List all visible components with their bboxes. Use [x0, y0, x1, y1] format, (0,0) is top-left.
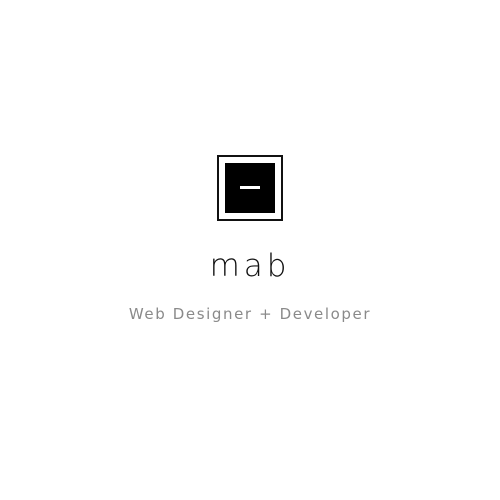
brand-name: mab	[209, 248, 291, 284]
minus-bar-icon	[240, 186, 260, 189]
splash-page: mab Web Designer + Developer	[0, 0, 500, 500]
logo-icon	[217, 155, 283, 221]
brand-tagline: Web Designer + Developer	[128, 305, 372, 323]
logo-inner-square	[225, 163, 275, 213]
